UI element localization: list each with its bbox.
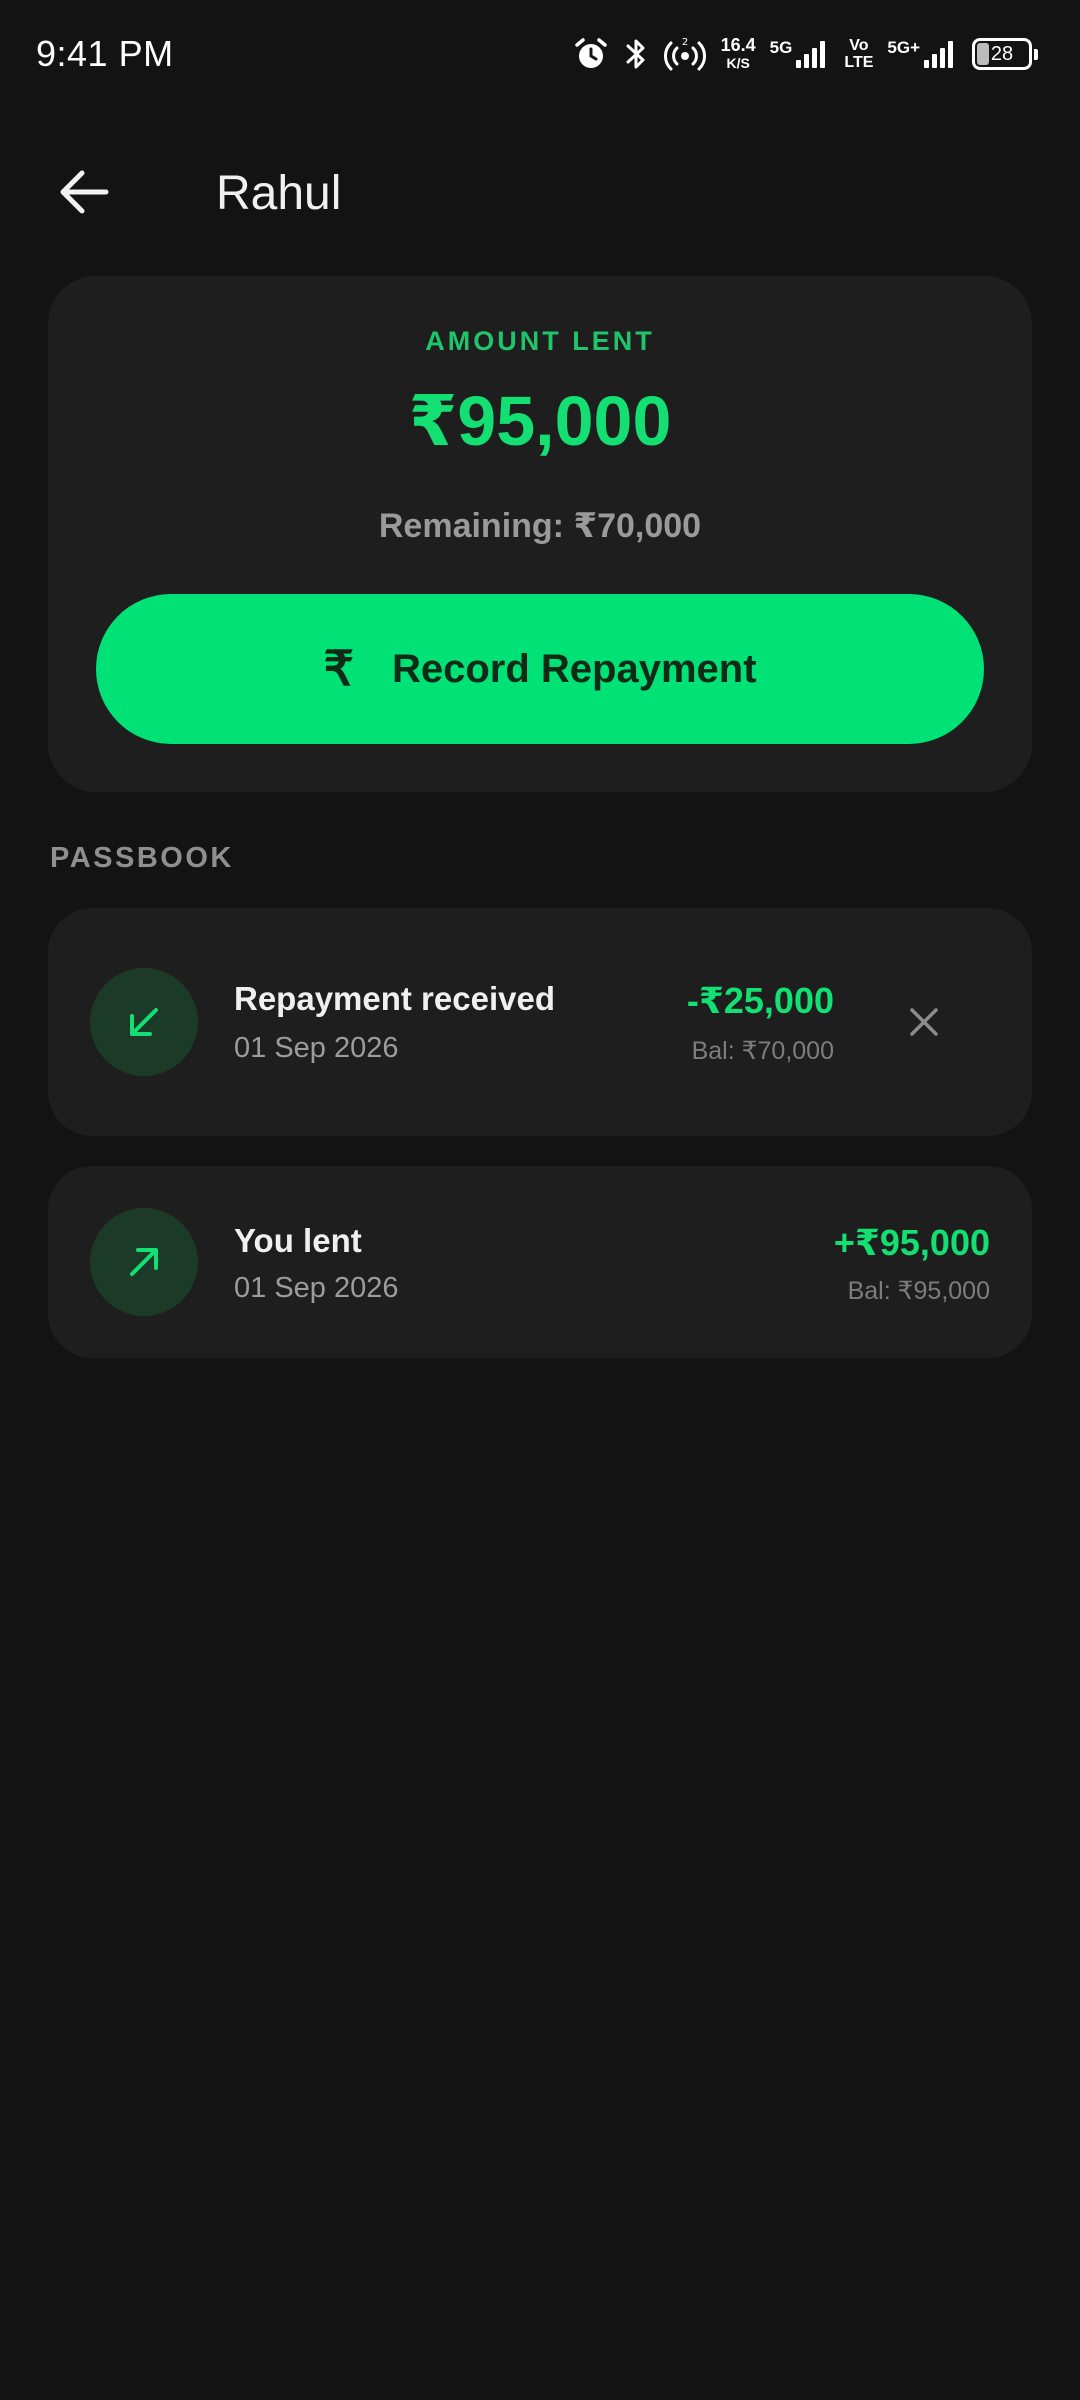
record-repayment-label: Record Repayment — [391, 646, 757, 691]
status-time: 9:41 PM — [36, 33, 174, 74]
summary-card: AMOUNT LENT ₹95,000 Remaining: ₹70,000 ₹… — [48, 276, 1032, 792]
transaction-amount: +₹95,000 — [833, 1222, 990, 1263]
sim2-signal: 5G+ — [887, 38, 958, 70]
passbook-entry[interactable]: Repayment received 01 Sep 2026 -₹25,000 … — [48, 908, 1032, 1136]
arrow-down-left-icon — [130, 1008, 158, 1036]
page-title: Rahul — [216, 167, 342, 220]
transaction-amount: -₹25,000 — [686, 980, 834, 1021]
back-button[interactable] — [44, 162, 124, 222]
arrow-up-right-icon — [130, 1248, 158, 1276]
delete-entry-button[interactable] — [900, 998, 948, 1046]
network-speed-unit: K/S — [726, 55, 750, 71]
status-icons: 2 16.4 K/S 5G Vo LTE 5G+ 28 — [573, 36, 1038, 72]
battery-fill — [977, 43, 989, 65]
transaction-balance: Bal: ₹70,000 — [691, 1037, 834, 1065]
transaction-balance: Bal: ₹95,000 — [847, 1277, 990, 1305]
transaction-title: Repayment received — [234, 980, 555, 1017]
volte-bottom: LTE — [844, 54, 874, 71]
passbook-entry[interactable]: You lent 01 Sep 2026 +₹95,000 Bal: ₹95,0… — [48, 1166, 1032, 1358]
transaction-title: You lent — [234, 1222, 362, 1259]
network-speed-value: 16.4 — [720, 35, 756, 55]
transaction-date: 01 Sep 2026 — [234, 1272, 399, 1304]
arrow-left-icon — [60, 170, 109, 214]
hotspot-icon: 2 — [663, 37, 706, 71]
signal-icon — [796, 41, 826, 68]
record-repayment-button[interactable]: ₹ Record Repayment — [96, 594, 984, 744]
close-icon — [910, 1008, 938, 1036]
transaction-icon-circle — [90, 968, 198, 1076]
remaining-amount: Remaining: ₹70,000 — [378, 507, 702, 545]
sim1-signal: 5G — [770, 38, 831, 70]
transaction-icon-circle — [90, 1208, 198, 1316]
alarm-icon — [574, 38, 607, 68]
svg-text:2: 2 — [681, 37, 687, 48]
volte-indicator: Vo LTE — [844, 37, 873, 71]
app-header: Rahul — [0, 140, 1080, 244]
volte-top: Vo — [849, 37, 869, 54]
sim1-label: 5G — [769, 38, 793, 57]
passbook-title: PASSBOOK — [50, 842, 234, 874]
network-speed: 16.4 K/S — [721, 36, 756, 72]
rupee-icon: ₹ — [323, 643, 354, 696]
status-bar: 9:41 PM 2 16.4 K/S 5G Vo LTE 5G+ 28 — [0, 0, 1080, 108]
transaction-date: 01 Sep 2026 — [234, 1032, 399, 1064]
sim2-label: 5G+ — [887, 38, 920, 57]
signal-icon — [924, 41, 953, 68]
battery-level: 28 — [990, 42, 1014, 65]
battery-icon: 28 — [972, 38, 1038, 70]
amount-lent-value: ₹95,000 — [408, 382, 672, 460]
amount-lent-label: AMOUNT LENT — [425, 326, 655, 356]
bluetooth-icon — [626, 39, 645, 69]
